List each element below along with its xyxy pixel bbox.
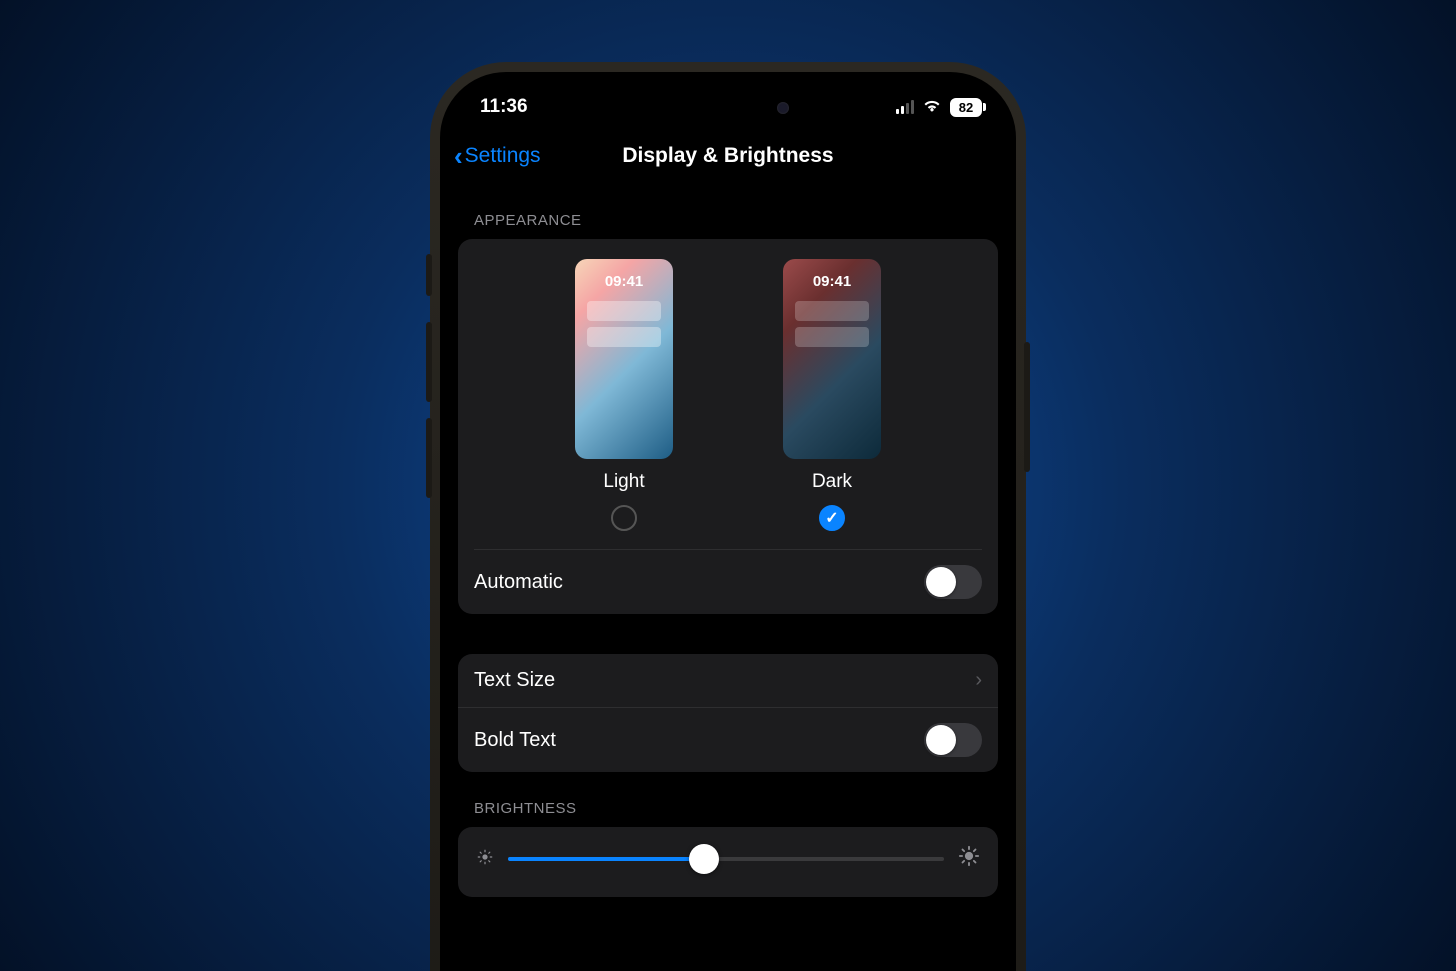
preview-time: 09:41 [783, 273, 881, 290]
power-button [1024, 342, 1030, 472]
appearance-header: APPEARANCE [458, 184, 998, 239]
navigation-bar: ‹ Settings Display & Brightness [440, 136, 1016, 184]
appearance-card: 09:41 Light 09:41 Dark [458, 239, 998, 614]
sun-max-icon [958, 845, 980, 873]
bold-text-toggle[interactable] [924, 723, 982, 757]
light-label: Light [603, 471, 644, 493]
brightness-fill [508, 857, 704, 861]
light-radio[interactable] [611, 505, 637, 531]
phone-frame: 11:36 82 ‹ Settings [430, 62, 1026, 971]
dark-preview-icon: 09:41 [783, 259, 881, 459]
volume-up-button [426, 322, 432, 402]
automatic-label: Automatic [474, 571, 563, 594]
light-preview-icon: 09:41 [575, 259, 673, 459]
appearance-option-light[interactable]: 09:41 Light [575, 259, 673, 531]
brightness-card [458, 827, 998, 897]
back-label: Settings [465, 144, 541, 168]
brightness-header: BRIGHTNESS [458, 772, 998, 827]
dark-label: Dark [812, 471, 852, 493]
brightness-slider[interactable] [508, 857, 944, 861]
side-button [426, 254, 432, 296]
battery-indicator: 82 [950, 98, 982, 117]
back-button[interactable]: ‹ Settings [454, 143, 541, 169]
dynamic-island [653, 88, 803, 128]
automatic-toggle[interactable] [924, 565, 982, 599]
sun-min-icon [476, 848, 494, 871]
dark-radio[interactable] [819, 505, 845, 531]
brightness-thumb[interactable] [689, 844, 719, 874]
chevron-right-icon: › [975, 669, 982, 692]
chevron-left-icon: ‹ [454, 143, 463, 169]
bold-text-label: Bold Text [474, 729, 556, 752]
text-size-row[interactable]: Text Size › [458, 654, 998, 707]
phone-screen: 11:36 82 ‹ Settings [440, 72, 1016, 971]
status-time: 11:36 [480, 96, 528, 118]
text-card: Text Size › Bold Text [458, 654, 998, 772]
appearance-option-dark[interactable]: 09:41 Dark [783, 259, 881, 531]
automatic-row: Automatic [458, 550, 998, 614]
text-size-label: Text Size [474, 669, 555, 692]
wifi-icon [922, 98, 942, 116]
battery-level: 82 [959, 100, 973, 115]
bold-text-row: Bold Text [458, 707, 998, 772]
front-camera-icon [777, 102, 789, 114]
volume-down-button [426, 418, 432, 498]
preview-time: 09:41 [575, 273, 673, 290]
cellular-signal-icon [896, 100, 914, 114]
